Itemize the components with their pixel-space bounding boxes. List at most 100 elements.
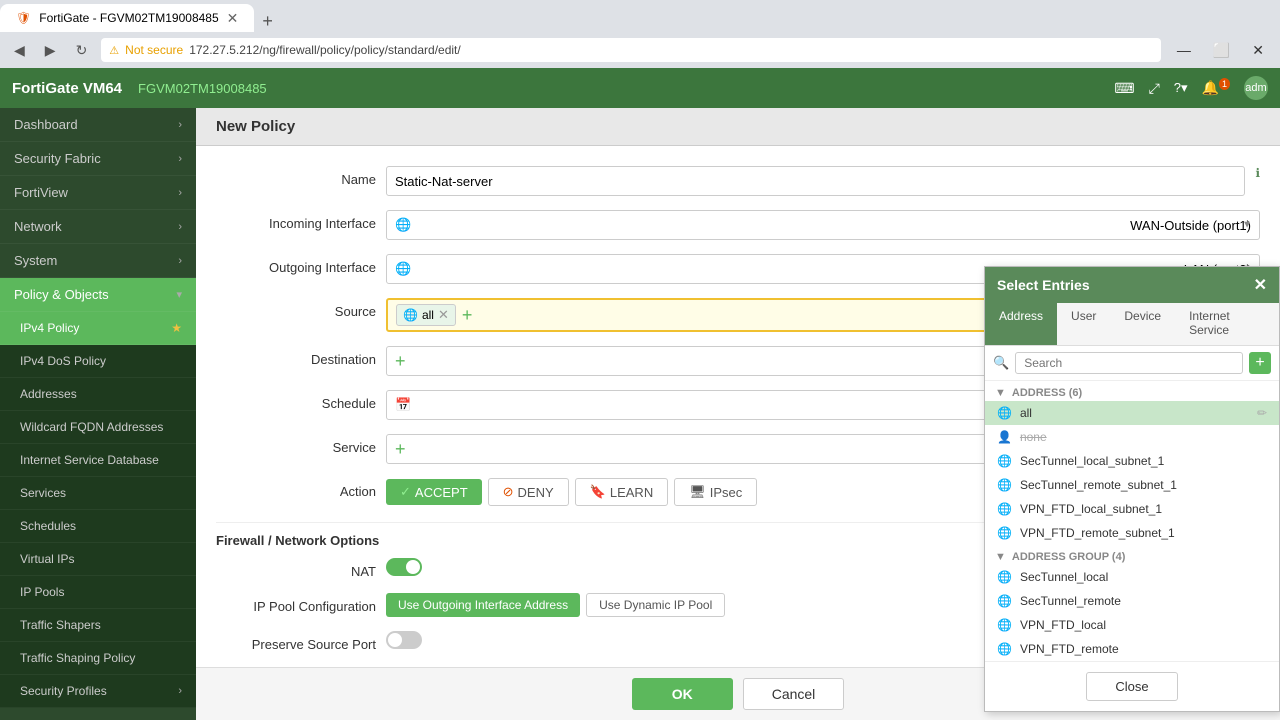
close-window-button[interactable]: ✕	[1244, 40, 1272, 61]
list-item[interactable]: 🌐 SecTunnel_local_subnet_1	[985, 449, 1279, 473]
tab-bar: 🛡 FortiGate - FGVM02TM19008485 ✕ +	[0, 0, 1280, 32]
use-dynamic-ip-pool-button[interactable]: Use Dynamic IP Pool	[586, 593, 725, 617]
group-collapse-icon[interactable]: ▼	[995, 551, 1006, 563]
list-item[interactable]: 🌐 SecTunnel_local	[985, 565, 1279, 589]
entry-label: VPN_FTD_remote_subnet_1	[1020, 526, 1175, 540]
sidebar-item-dashboard[interactable]: Dashboard ›	[0, 108, 196, 142]
sidebar-item-ipv4-dos-policy[interactable]: IPv4 DoS Policy	[0, 345, 196, 378]
select-entries-panel: Select Entries ✕ Address User Device Int…	[984, 266, 1280, 712]
group-collapse-icon[interactable]: ▼	[995, 387, 1006, 399]
service-add-button[interactable]: +	[395, 440, 406, 458]
star-icon: ★	[171, 321, 182, 335]
sidebar-item-network[interactable]: Network ›	[0, 210, 196, 244]
sidebar-item-security-profiles[interactable]: Security Profiles ›	[0, 675, 196, 708]
header-right: ⌨ ⤢ ?▾ 🔔1 adm	[1114, 76, 1268, 100]
sidebar-item-ipv4-policy[interactable]: IPv4 Policy ★	[0, 312, 196, 345]
help-icon[interactable]: ?▾	[1174, 80, 1188, 96]
chevron-right-icon: ›	[178, 685, 182, 697]
address-group-header: ▼ ADDRESS (6)	[985, 381, 1279, 401]
sidebar-item-policy-objects[interactable]: Policy & Objects ▾	[0, 278, 196, 312]
sidebar-item-ip-pools[interactable]: IP Pools	[0, 576, 196, 609]
destination-add-button[interactable]: +	[395, 352, 406, 370]
expand-icon[interactable]: ⤢	[1149, 80, 1160, 97]
security-warning-icon: ⚠	[109, 44, 119, 57]
sidebar-item-addresses[interactable]: Addresses	[0, 378, 196, 411]
back-button[interactable]: ◀	[8, 40, 31, 61]
list-item[interactable]: 🌐 SecTunnel_remote_subnet_1	[985, 473, 1279, 497]
learn-button[interactable]: 🔖 LEARN	[575, 478, 669, 506]
preserve-src-toggle[interactable]	[386, 631, 422, 649]
new-tab-button[interactable]: +	[254, 11, 281, 32]
sidebar-submenu: IPv4 Policy ★ IPv4 DoS Policy Addresses …	[0, 312, 196, 708]
panel-search-input[interactable]	[1015, 352, 1243, 374]
user-avatar[interactable]: adm	[1244, 76, 1268, 100]
destination-label: Destination	[216, 346, 376, 367]
sidebar-item-label: Internet Service Database	[20, 453, 159, 467]
name-label: Name	[216, 166, 376, 187]
bell-icon[interactable]: 🔔1	[1202, 79, 1230, 97]
sidebar-item-label: Addresses	[20, 387, 77, 401]
tag-label: all	[422, 308, 434, 322]
browser-tab[interactable]: 🛡 FortiGate - FGVM02TM19008485 ✕	[0, 4, 254, 32]
terminal-icon[interactable]: ⌨	[1114, 80, 1134, 97]
sidebar-item-security-fabric[interactable]: Security Fabric ›	[0, 142, 196, 176]
incoming-interface-select[interactable]: 🌐 WAN-Outside (port1) ▼	[386, 210, 1260, 240]
sidebar-item-system[interactable]: System ›	[0, 244, 196, 278]
tab-user[interactable]: User	[1057, 303, 1110, 345]
list-item[interactable]: 🌐 VPN_FTD_local_subnet_1	[985, 497, 1279, 521]
sidebar-item-internet-service[interactable]: Internet Service Database	[0, 444, 196, 477]
entry-icon: 🌐	[997, 642, 1012, 656]
reload-button[interactable]: ↻	[70, 40, 94, 61]
entry-label: SecTunnel_local	[1020, 570, 1108, 584]
sidebar-item-services[interactable]: Services	[0, 477, 196, 510]
sidebar-item-label: Dashboard	[14, 117, 78, 132]
forward-button[interactable]: ▶	[39, 40, 62, 61]
deny-button[interactable]: ⊘ DENY	[488, 478, 569, 506]
sidebar-item-fortiview[interactable]: FortiView ›	[0, 176, 196, 210]
source-tag-all[interactable]: 🌐 all ✕	[396, 304, 456, 326]
interface-icon: 🌐	[395, 217, 411, 233]
tab-close-button[interactable]: ✕	[227, 10, 239, 27]
use-outgoing-interface-button[interactable]: Use Outgoing Interface Address	[386, 593, 580, 617]
list-item[interactable]: 🌐 VPN_FTD_remote_subnet_1	[985, 521, 1279, 545]
sidebar-item-traffic-shaping-policy[interactable]: Traffic Shaping Policy	[0, 642, 196, 675]
sidebar-item-virtual-ips[interactable]: Virtual IPs	[0, 543, 196, 576]
page-title-bar: New Policy	[196, 108, 1280, 146]
tab-address[interactable]: Address	[985, 303, 1057, 345]
sidebar-item-label: Security Fabric	[14, 151, 101, 166]
cancel-button[interactable]: Cancel	[743, 678, 845, 710]
nat-toggle[interactable]	[386, 558, 422, 576]
tag-icon: 🌐	[403, 308, 418, 322]
tag-remove-button[interactable]: ✕	[438, 307, 449, 323]
list-item[interactable]: 🌐 VPN_FTD_remote	[985, 637, 1279, 661]
toggle-knob	[388, 633, 402, 647]
sidebar-item-schedules[interactable]: Schedules	[0, 510, 196, 543]
accept-button[interactable]: ✓ ACCEPT	[386, 479, 482, 505]
sidebar-item-vpn[interactable]: VPN ›	[0, 708, 196, 720]
panel-close-button[interactable]: ✕	[1254, 275, 1267, 295]
ipsec-button[interactable]: 🖥 IPsec	[674, 478, 757, 506]
list-item[interactable]: 👤 none	[985, 425, 1279, 449]
tab-device[interactable]: Device	[1110, 303, 1175, 345]
security-warning-text: Not secure	[125, 43, 183, 57]
sidebar-item-wildcard-fqdn[interactable]: Wildcard FQDN Addresses	[0, 411, 196, 444]
maximize-button[interactable]: ⬜	[1205, 40, 1238, 61]
entry-icon: 🌐	[997, 570, 1012, 584]
app-header: FortiGate VM64 FGVM02TM19008485 ⌨ ⤢ ?▾ 🔔…	[0, 68, 1280, 108]
panel-close-btn[interactable]: Close	[1086, 672, 1177, 701]
list-item[interactable]: 🌐 VPN_FTD_local	[985, 613, 1279, 637]
sidebar-item-traffic-shapers[interactable]: Traffic Shapers	[0, 609, 196, 642]
source-add-button[interactable]: +	[462, 306, 473, 324]
group-label: ADDRESS (6)	[1012, 387, 1082, 399]
minimize-button[interactable]: —	[1169, 40, 1199, 60]
ok-button[interactable]: OK	[632, 678, 733, 710]
edit-icon[interactable]: ✏	[1257, 406, 1267, 420]
tab-address-label: Address	[999, 309, 1043, 323]
name-input[interactable]	[386, 166, 1245, 196]
panel-add-button[interactable]: +	[1249, 352, 1271, 374]
tab-internet-service[interactable]: Internet Service	[1175, 303, 1279, 345]
list-item[interactable]: 🌐 SecTunnel_remote	[985, 589, 1279, 613]
list-item[interactable]: 🌐 all ✏	[985, 401, 1279, 425]
address-bar[interactable]: ⚠ Not secure 172.27.5.212/ng/firewall/po…	[101, 38, 1161, 62]
outgoing-interface-label: Outgoing Interface	[216, 254, 376, 275]
